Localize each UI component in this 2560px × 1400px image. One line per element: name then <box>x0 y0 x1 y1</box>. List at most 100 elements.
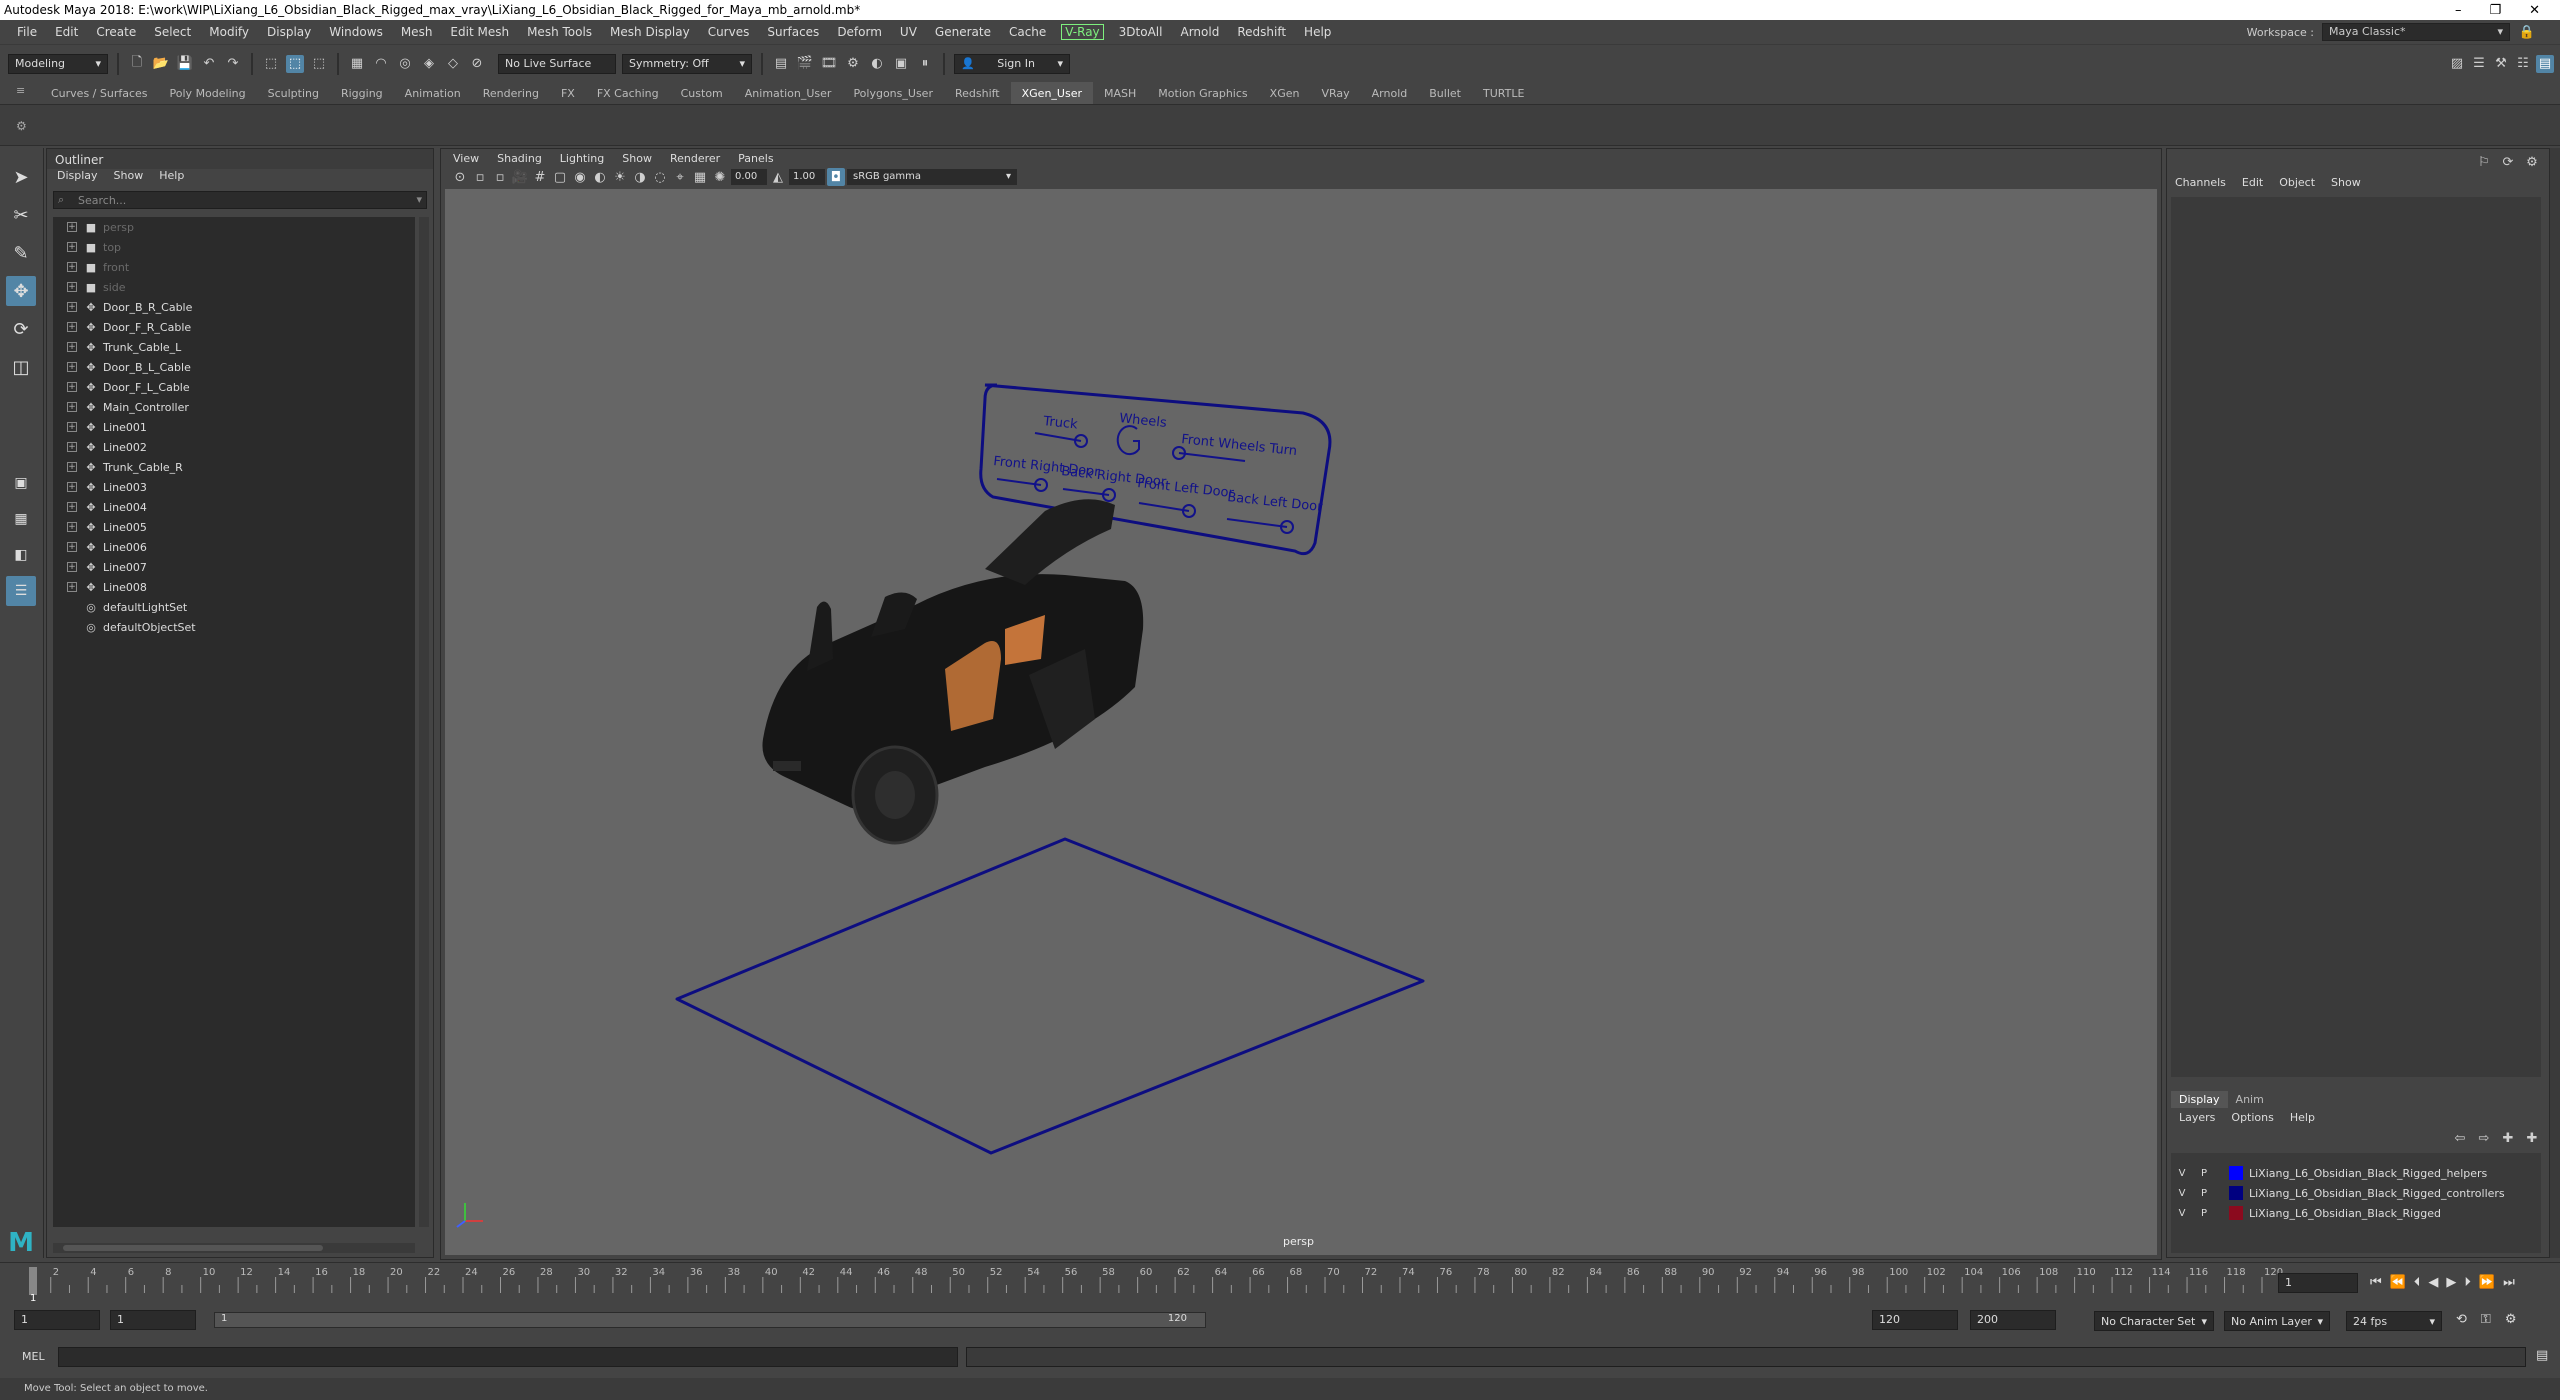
menu-item[interactable]: Mesh Display <box>601 25 699 39</box>
menu-item[interactable]: Generate <box>926 25 1000 39</box>
render-current-frame-icon[interactable]: 🎬 <box>796 55 814 73</box>
viewport-menu-item[interactable]: Shading <box>497 152 542 165</box>
outliner-item[interactable]: + ■ top <box>53 237 121 257</box>
outliner-menu-display[interactable]: Display <box>57 169 98 187</box>
visibility-toggle[interactable]: V <box>2171 1188 2193 1199</box>
shelf-tab[interactable]: XGen_User <box>1010 82 1093 104</box>
chevron-down-icon[interactable]: ▾ <box>416 193 422 206</box>
end-time-field[interactable]: 200 <box>1970 1310 2056 1330</box>
menu-item[interactable]: Display <box>258 25 320 39</box>
expand-icon[interactable]: + <box>67 222 77 232</box>
loop-icon[interactable]: ⟲ <box>2456 1312 2467 1327</box>
shelf-settings-icon[interactable]: ⚙ <box>16 119 27 133</box>
menu-item[interactable]: Surfaces <box>758 25 828 39</box>
isolate-icon[interactable]: ⌖ <box>671 168 689 186</box>
expand-icon[interactable]: + <box>67 262 77 272</box>
go-to-start-icon[interactable]: ⏮ <box>2370 1275 2382 1290</box>
select-camera-icon[interactable]: ⊙ <box>451 168 469 186</box>
tab-display[interactable]: Display <box>2171 1091 2228 1108</box>
outliner-layout-icon[interactable]: ☰ <box>6 576 36 606</box>
shelf-tab[interactable]: FX <box>550 82 586 104</box>
shelf-tab[interactable]: Poly Modeling <box>159 82 257 104</box>
outliner-horizontal-scrollbar[interactable] <box>53 1243 415 1253</box>
channel-box-icon[interactable]: ☷ <box>2514 55 2532 73</box>
layer-editor-icon[interactable]: ▤ <box>2536 54 2554 73</box>
redo-icon[interactable]: ↷ <box>224 55 242 73</box>
workspace-dropdown[interactable]: Maya Classic* ▾ <box>2322 23 2510 41</box>
attribute-editor-icon[interactable]: ☰ <box>2470 55 2488 73</box>
menu-item[interactable]: Curves <box>699 25 759 39</box>
lasso-tool-icon[interactable]: ✂ <box>6 200 36 230</box>
menu-item[interactable]: Edit Mesh <box>441 25 518 39</box>
outliner-item[interactable]: + ✥ Line001 <box>53 417 147 437</box>
step-back-frame-icon[interactable]: ⏴ <box>2414 1275 2421 1290</box>
step-back-key-icon[interactable]: ⏪ <box>2390 1275 2406 1290</box>
outliner-item[interactable]: +◎defaultLightSet <box>53 597 187 617</box>
new-layer-icon[interactable]: ✚ <box>2499 1129 2517 1147</box>
expand-icon[interactable]: + <box>67 242 77 252</box>
visibility-toggle[interactable]: V <box>2171 1208 2193 1219</box>
menu-item[interactable]: File <box>8 25 46 39</box>
aa-icon[interactable]: ▦ <box>691 168 709 186</box>
shelf-tab[interactable]: Rigging <box>330 82 394 104</box>
go-to-end-icon[interactable]: ⏭ <box>2503 1275 2515 1290</box>
shadows-icon[interactable]: ◑ <box>631 168 649 186</box>
menu-item[interactable]: Cache <box>1000 25 1055 39</box>
shelf-tab[interactable]: Motion Graphics <box>1147 82 1258 104</box>
shelf-tab[interactable]: VRay <box>1310 82 1360 104</box>
play-forward-icon[interactable]: ▶ <box>2446 1275 2456 1290</box>
channel-box-settings-icon[interactable]: ⚙ <box>2523 153 2541 171</box>
outliner-menu-help[interactable]: Help <box>159 169 184 187</box>
play-back-icon[interactable]: ◀ <box>2428 1275 2438 1290</box>
open-scene-icon[interactable]: 📂 <box>152 55 170 73</box>
3d-viewport[interactable]: Truck Wheels Front Wheels Turn Front Rig… <box>445 189 2157 1255</box>
menu-item[interactable]: 3DtoAll <box>1110 25 1172 39</box>
modeling-toolkit-icon[interactable]: ▨ <box>2448 55 2466 73</box>
shelf-tab[interactable]: Arnold <box>1361 82 1419 104</box>
viewport-menu-item[interactable]: View <box>453 152 479 165</box>
expand-icon[interactable]: + <box>67 402 77 412</box>
outliner-item[interactable]: + ■ front <box>53 257 129 277</box>
shelf-tab[interactable]: Bullet <box>1418 82 1472 104</box>
symmetry-dropdown[interactable]: Symmetry: Off ▾ <box>622 53 752 74</box>
outliner-item[interactable]: + ✥ Door_B_L_Cable <box>53 357 191 377</box>
gamma-icon[interactable]: ◭ <box>769 168 787 186</box>
grid-icon[interactable]: # <box>531 168 549 186</box>
snap-view-plane-icon[interactable]: ◇ <box>444 55 462 73</box>
expand-icon[interactable]: + <box>67 562 77 572</box>
render-settings-icon[interactable]: ⚙ <box>844 55 862 73</box>
expand-icon[interactable]: + <box>67 422 77 432</box>
tool-settings-icon[interactable]: ⚒ <box>2492 55 2510 73</box>
channel-box-menu-item[interactable]: Object <box>2279 176 2315 189</box>
menu-item[interactable]: Mesh <box>392 25 442 39</box>
channel-box-menu-item[interactable]: Show <box>2331 176 2361 189</box>
select-tool-icon[interactable]: ➤ <box>6 162 36 192</box>
time-ruler[interactable]: 2 4 6 8 10 12 14 16 18 20 22 24 26 28 30 32 34 36 38 40 42 44… <box>28 1263 2288 1303</box>
start-time-field[interactable]: 1 <box>14 1310 100 1330</box>
character-set-dropdown[interactable]: No Character Set ▾ <box>2094 1311 2214 1331</box>
range-slider[interactable]: 1 120 <box>214 1312 1206 1328</box>
lock-icon[interactable]: 🔒 <box>2518 23 2536 41</box>
outliner-vertical-scrollbar[interactable] <box>419 217 429 1227</box>
four-view-icon[interactable]: ▦ <box>6 504 36 534</box>
fps-dropdown[interactable]: 24 fps ▾ <box>2346 1311 2442 1331</box>
rotate-tool-icon[interactable]: ⟳ <box>6 314 36 344</box>
select-hierarchy-icon[interactable]: ⬚ <box>262 55 280 73</box>
outliner-item[interactable]: + ✥ Trunk_Cable_L <box>53 337 181 357</box>
outliner-item[interactable]: + ✥ Door_B_R_Cable <box>53 297 192 317</box>
layer-color-swatch[interactable] <box>2229 1186 2243 1200</box>
snap-grid-icon[interactable]: ▦ <box>348 55 366 73</box>
shelf-tab[interactable]: Animation_User <box>734 82 843 104</box>
channel-box-menu-item[interactable]: Channels <box>2175 176 2226 189</box>
maximize-button[interactable]: ❐ <box>2489 3 2501 18</box>
scale-tool-icon[interactable]: ◫ <box>6 352 36 382</box>
mel-label[interactable]: MEL <box>22 1350 45 1363</box>
make-live-icon[interactable]: ⊘ <box>468 55 486 73</box>
menu-set-dropdown[interactable]: Modeling ▾ <box>8 53 108 74</box>
display-layer-row[interactable]: V P LiXiang_L6_Obsidian_Black_Rigged_helpe… <box>2171 1163 2541 1183</box>
outliner-item[interactable]: + ✥ Line004 <box>53 497 147 517</box>
snap-projected-icon[interactable]: ◈ <box>420 55 438 73</box>
expand-icon[interactable]: + <box>67 442 77 452</box>
outliner-item[interactable]: +◎defaultObjectSet <box>53 617 195 637</box>
outliner-item[interactable]: + ✥ Line002 <box>53 437 147 457</box>
